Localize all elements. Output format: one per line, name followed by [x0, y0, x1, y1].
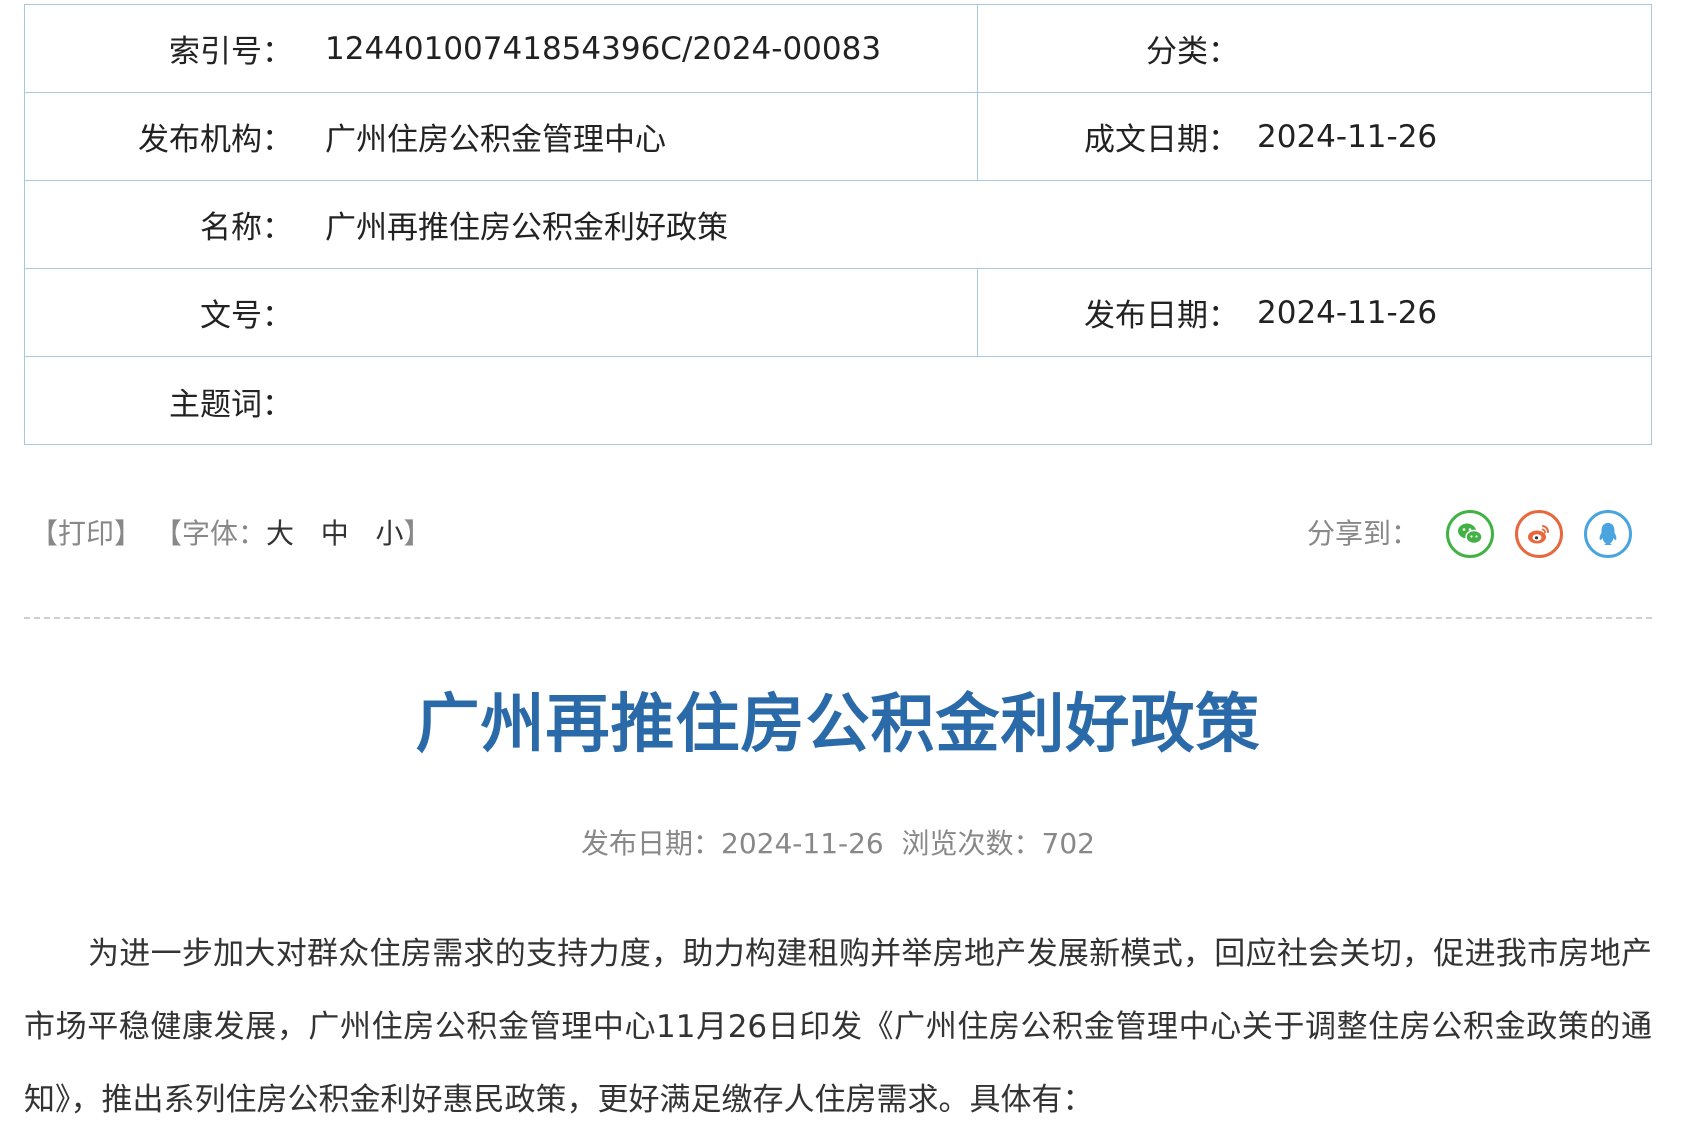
font-size-suffix: 】 [403, 517, 432, 550]
doc-number-label: 文号： [200, 298, 293, 334]
publish-date-label: 发布日期： [1084, 298, 1239, 334]
info-row-doc-number: 文号： 发布日期： 2024-11-26 [25, 269, 1651, 357]
keywords-value [325, 357, 965, 445]
info-row-name: 名称： 广州再推住房公积金利好政策 [25, 181, 1651, 269]
document-name-label: 名称： [200, 210, 293, 246]
category-value [1257, 5, 1637, 92]
font-size-medium[interactable]: 中 [321, 517, 349, 550]
index-number-value: 12440100741854396C/2024-00083 [325, 30, 882, 67]
publish-date-value: 2024-11-26 [1257, 294, 1438, 331]
info-row-publisher: 发布机构： 广州住房公积金管理中心 成文日期： 2024-11-26 [25, 93, 1651, 181]
font-size-control: 【字体：大 中 小】 [154, 512, 431, 556]
written-date-label: 成文日期： [1084, 122, 1239, 158]
share-weibo-button[interactable] [1515, 510, 1563, 558]
written-date-value: 2024-11-26 [1257, 118, 1438, 155]
section-divider [24, 617, 1652, 619]
share-wechat-button[interactable] [1446, 510, 1494, 558]
keywords-label: 主题词： [169, 386, 293, 423]
index-number-label: 索引号： [169, 34, 293, 70]
info-row-index: 索引号： 12440100741854396C/2024-00083 分类： [25, 5, 1651, 93]
doc-number-value [325, 269, 965, 356]
wechat-icon [1458, 523, 1483, 545]
document-name-value: 广州再推住房公积金利好政策 [325, 210, 728, 246]
qq-icon [1599, 523, 1617, 545]
article-toolbar: 【打印】 【字体：大 中 小】 分享到： [24, 510, 1652, 558]
font-size-large[interactable]: 大 [266, 517, 294, 550]
info-row-keywords: 主题词： [25, 357, 1651, 445]
publisher-value: 广州住房公积金管理中心 [325, 122, 666, 158]
publisher-label: 发布机构： [138, 122, 293, 158]
share-qq-button[interactable] [1584, 510, 1632, 558]
article-title: 广州再推住房公积金利好政策 [415, 688, 1261, 762]
print-link[interactable]: 【打印】 [30, 512, 142, 556]
category-label: 分类： [1146, 34, 1239, 70]
article-meta: 发布日期：2024-11-26 浏览次数：702 [581, 827, 1095, 860]
font-size-small[interactable]: 小 [375, 517, 403, 550]
font-size-prefix: 【字体： [154, 517, 267, 550]
share-label: 分享到： [1307, 517, 1420, 550]
document-info-table: 索引号： 12440100741854396C/2024-00083 分类： 发… [24, 4, 1652, 445]
article-paragraph: 为进一步加大对群众住房需求的支持力度，助力构建租购并举房地产发展新模式，回应社会… [24, 936, 1652, 1118]
weibo-icon [1528, 525, 1550, 544]
